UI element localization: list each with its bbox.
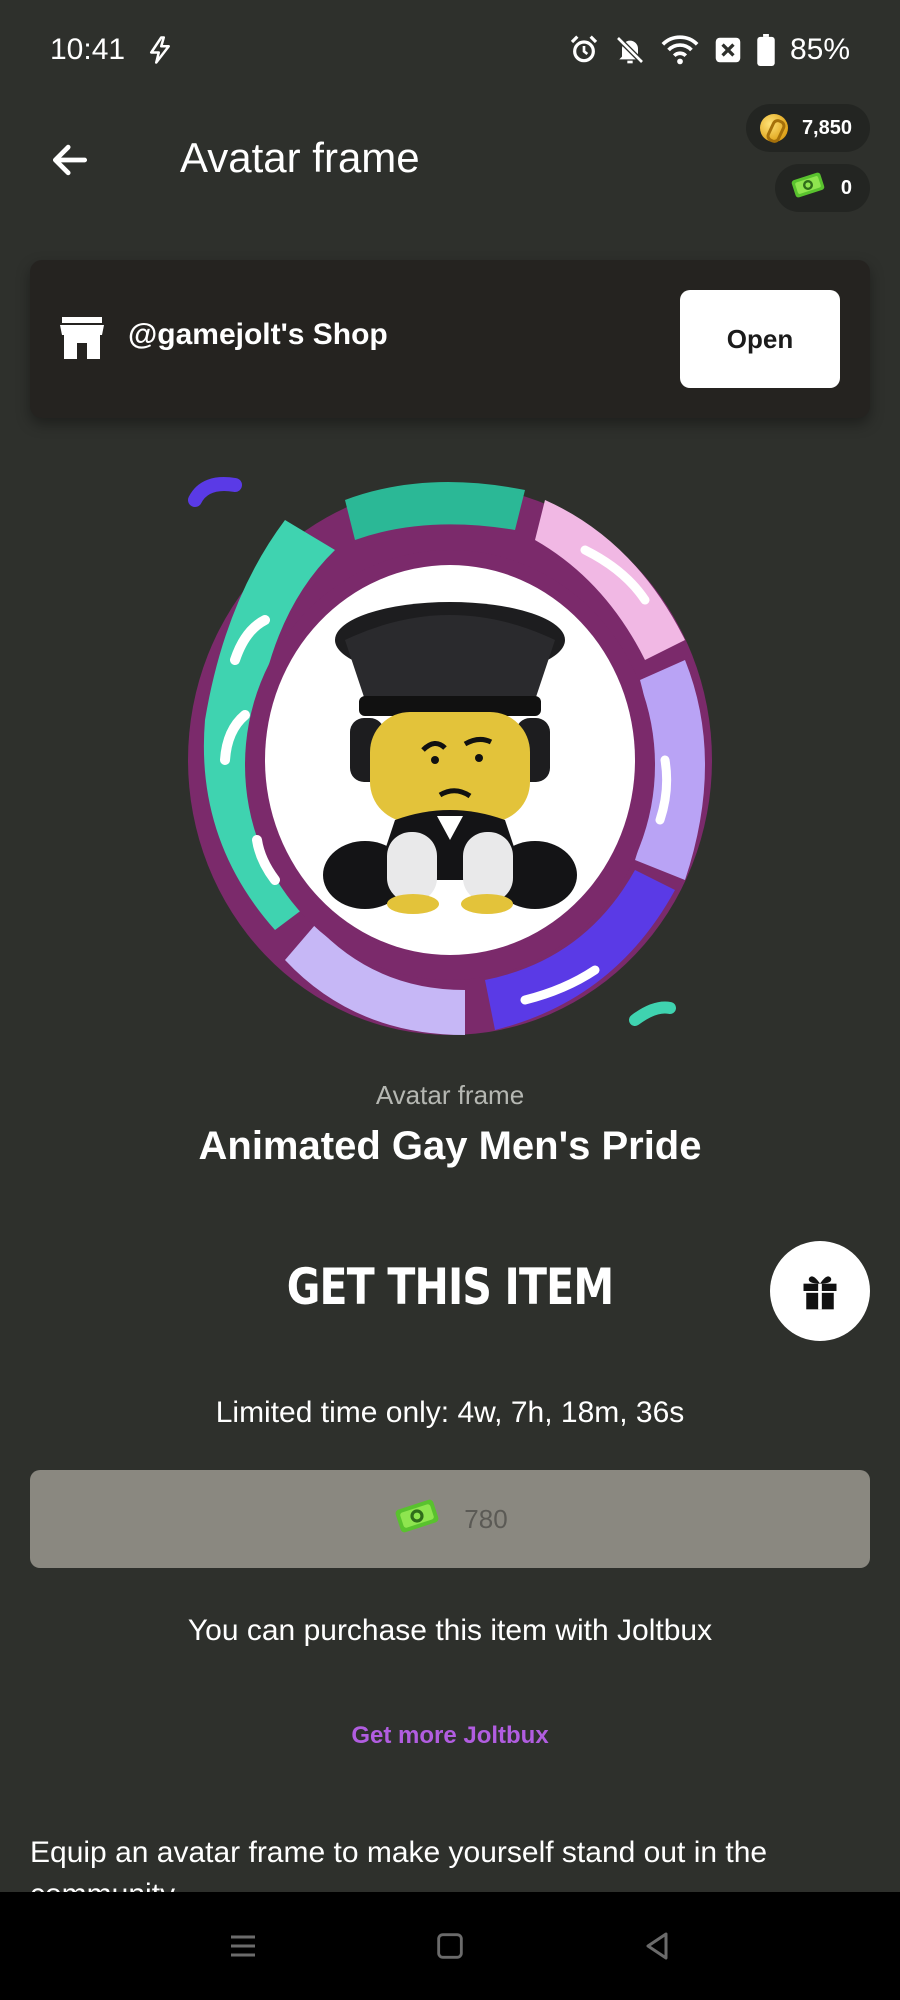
battery-icon <box>756 34 776 66</box>
coin-icon <box>759 114 788 142</box>
get-this-item-heading: GET THIS ITEM <box>286 1258 614 1316</box>
close-box-icon <box>714 35 742 65</box>
alarm-icon <box>568 34 600 66</box>
status-left: 10:41 <box>50 33 175 67</box>
arrow-left-icon <box>52 144 88 176</box>
status-time: 10:41 <box>50 33 126 66</box>
purchase-price-button[interactable]: 780 <box>30 1470 870 1568</box>
avatar-character <box>323 602 577 914</box>
bolt-icon <box>145 35 175 65</box>
coin-balance[interactable]: 7,850 <box>745 104 870 152</box>
price-value: 780 <box>464 1503 508 1534</box>
open-shop-button[interactable]: Open <box>680 290 840 388</box>
home-button[interactable] <box>420 1916 480 1976</box>
coin-balance-value: 7,850 <box>801 116 852 139</box>
triangle-back-icon <box>646 1932 668 1960</box>
joltbux-balance[interactable]: 0 <box>774 164 870 212</box>
limited-time-text: Limited time only: 4w, 7h, 18m, 36s <box>215 1396 685 1429</box>
menu-icon <box>231 1935 256 1957</box>
storefront-icon <box>58 315 106 361</box>
battery-percent: 85% <box>789 33 850 66</box>
item-type-label: Avatar frame <box>375 1080 525 1110</box>
bell-off-icon <box>614 34 646 66</box>
item-name: Animated Gay Men's Pride <box>198 1124 702 1168</box>
back-button[interactable] <box>40 130 100 190</box>
recent-apps-button[interactable] <box>213 1916 273 1976</box>
shop-label: @gamejolt's Shop <box>128 318 388 351</box>
avatar-frame-preview <box>165 460 735 1060</box>
system-nav-bar <box>0 1892 900 2000</box>
wifi-icon <box>660 34 700 66</box>
joltbux-icon <box>392 1496 442 1543</box>
joltbux-balance-value: 0 <box>840 176 852 199</box>
page-title: Avatar frame <box>180 134 420 181</box>
square-icon <box>437 1933 463 1959</box>
item-description: Equip an avatar frame to make yourself s… <box>30 1836 768 1892</box>
get-more-joltbux-link[interactable]: Get more Joltbux <box>0 1722 900 1750</box>
gift-button[interactable] <box>770 1241 870 1341</box>
shop-card: @gamejolt's Shop Open <box>30 260 870 418</box>
joltbux-icon <box>789 171 827 205</box>
status-bar: 10:41 85% <box>0 0 900 100</box>
gift-icon <box>803 1276 837 1310</box>
purchase-note: You can purchase this item with Joltbux <box>187 1614 713 1647</box>
back-nav-button[interactable] <box>627 1916 687 1976</box>
status-right: 85% <box>568 33 850 67</box>
